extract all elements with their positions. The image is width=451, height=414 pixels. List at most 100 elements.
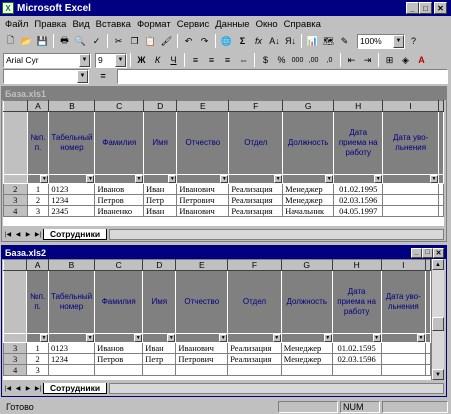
- formula-input[interactable]: [117, 68, 448, 84]
- select-all-corner[interactable]: [3, 100, 28, 112]
- italic-button[interactable]: К: [150, 53, 165, 68]
- field-header-cell[interactable]: Дата уво- льнения: [382, 111, 439, 175]
- decrease-decimal-icon[interactable]: ,0: [322, 53, 337, 68]
- row-header[interactable]: [3, 111, 28, 175]
- column-header[interactable]: B: [48, 100, 96, 112]
- filter-dropdown-icon[interactable]: ▼: [430, 175, 438, 183]
- next-sheet-icon[interactable]: ▶: [23, 383, 33, 393]
- field-header-cell[interactable]: Отдел: [228, 111, 284, 175]
- data-cell[interactable]: [382, 183, 439, 195]
- filter-dropdown-icon[interactable]: ▼: [417, 334, 425, 342]
- data-cell[interactable]: Петр: [142, 353, 177, 365]
- field-header-cell[interactable]: Должность: [280, 270, 333, 334]
- minimize-button[interactable]: _: [411, 247, 422, 258]
- data-cell[interactable]: 1234: [47, 353, 96, 365]
- column-header[interactable]: D: [142, 100, 178, 112]
- data-cell[interactable]: Иван: [142, 183, 178, 195]
- menu-format[interactable]: Формат: [134, 19, 174, 30]
- decrease-indent-icon[interactable]: ⇤: [344, 53, 359, 68]
- column-header[interactable]: D: [142, 259, 177, 271]
- filter-dropdown-icon[interactable]: ▼: [220, 175, 228, 183]
- field-header-cell[interactable]: Должность: [282, 111, 335, 175]
- column-header[interactable]: E: [176, 100, 230, 112]
- scroll-thumb[interactable]: [432, 317, 444, 331]
- map-icon[interactable]: 🗺: [321, 34, 336, 49]
- empty-header-cell[interactable]: [438, 111, 444, 175]
- filter-dropdown-icon[interactable]: ▼: [325, 175, 333, 183]
- filter-dropdown-icon[interactable]: ▼: [134, 334, 142, 342]
- excel-app-icon[interactable]: X: [2, 2, 14, 14]
- data-cell[interactable]: [142, 364, 177, 376]
- format-painter-icon[interactable]: 🖌: [159, 34, 174, 49]
- horizontal-scrollbar-1[interactable]: [109, 228, 444, 240]
- data-cell[interactable]: [438, 183, 444, 195]
- row-number[interactable]: 4: [3, 364, 28, 376]
- filter-dropdown-icon[interactable]: ▼: [272, 334, 281, 342]
- data-cell[interactable]: Иваненко: [94, 205, 144, 217]
- data-cell[interactable]: Иванов: [94, 342, 144, 354]
- data-cell[interactable]: 2: [26, 194, 50, 206]
- currency-button[interactable]: $: [258, 53, 273, 68]
- undo-icon[interactable]: ↶: [181, 34, 196, 49]
- workbook-title-2[interactable]: База.xls2: [5, 248, 46, 258]
- drawing-icon[interactable]: ✎: [337, 34, 352, 49]
- data-cell[interactable]: 2345: [48, 205, 96, 217]
- data-cell[interactable]: Иванович: [175, 342, 229, 354]
- fill-color-icon[interactable]: ◈: [398, 53, 413, 68]
- row-number[interactable]: 3: [3, 342, 28, 354]
- hyperlink-icon[interactable]: 🌐: [219, 34, 234, 49]
- vertical-scrollbar-2[interactable]: ▲ ▼: [431, 259, 444, 380]
- data-cell[interactable]: 3: [26, 205, 50, 217]
- row-number[interactable]: 2: [3, 183, 28, 195]
- save-icon[interactable]: 💾: [35, 34, 50, 49]
- column-header[interactable]: C: [94, 100, 144, 112]
- filter-dropdown-icon[interactable]: ▼: [40, 175, 48, 183]
- new-icon[interactable]: 🗋: [3, 34, 18, 49]
- autosum-icon[interactable]: Σ: [235, 34, 250, 49]
- prev-sheet-icon[interactable]: ◀: [13, 229, 23, 239]
- sort-descending-icon[interactable]: Я↓: [283, 34, 298, 49]
- align-left-icon[interactable]: ≡: [188, 53, 203, 68]
- filter-dropdown-icon[interactable]: ▼: [323, 334, 332, 342]
- align-right-icon[interactable]: ≡: [220, 53, 235, 68]
- field-header-cell[interactable]: Дата приема на работу: [333, 111, 384, 175]
- workbook-title-1[interactable]: База.xls1: [2, 87, 446, 100]
- data-cell[interactable]: [227, 364, 282, 376]
- data-cell[interactable]: [380, 364, 427, 376]
- data-cell[interactable]: Менеджер: [280, 353, 333, 365]
- data-cell[interactable]: [380, 342, 427, 354]
- field-header-cell[interactable]: Табельный номер: [47, 270, 96, 334]
- select-all-corner[interactable]: [3, 259, 28, 271]
- chevron-down-icon[interactable]: ▼: [393, 34, 404, 48]
- data-cell[interactable]: [380, 353, 427, 365]
- scroll-up-icon[interactable]: ▲: [432, 259, 444, 270]
- redo-icon[interactable]: ↷: [197, 34, 212, 49]
- data-cell[interactable]: [438, 194, 444, 206]
- last-sheet-icon[interactable]: ▶|: [33, 229, 43, 239]
- column-header[interactable]: H: [331, 259, 382, 271]
- sort-ascending-icon[interactable]: А↓: [267, 34, 282, 49]
- increase-decimal-icon[interactable]: ,00: [306, 53, 321, 68]
- data-cell[interactable]: Иванов: [94, 183, 144, 195]
- data-cell[interactable]: Реализация: [228, 205, 284, 217]
- row-number[interactable]: 3: [3, 353, 28, 365]
- filter-dropdown-icon[interactable]: ▼: [39, 334, 48, 342]
- print-icon[interactable]: 🖶: [57, 34, 72, 49]
- column-header[interactable]: H: [333, 100, 384, 112]
- column-header[interactable]: A: [26, 259, 49, 271]
- data-cell[interactable]: Реализация: [227, 342, 282, 354]
- data-cell[interactable]: 0123: [47, 342, 96, 354]
- data-cell[interactable]: Менеджер: [282, 194, 335, 206]
- last-sheet-icon[interactable]: ▶|: [33, 383, 43, 393]
- column-header[interactable]: G: [282, 100, 335, 112]
- maximize-button[interactable]: □: [422, 247, 433, 258]
- field-header-cell[interactable]: Отдел: [227, 270, 282, 334]
- prev-sheet-icon[interactable]: ◀: [13, 383, 23, 393]
- data-cell[interactable]: Менеджер: [282, 183, 335, 195]
- menu-file[interactable]: Файл: [2, 19, 31, 30]
- align-center-icon[interactable]: ≡: [204, 53, 219, 68]
- data-cell[interactable]: Реализация: [227, 353, 282, 365]
- column-header[interactable]: C: [94, 259, 144, 271]
- font-color-icon[interactable]: A: [414, 53, 429, 68]
- menu-view[interactable]: Вид: [69, 19, 92, 30]
